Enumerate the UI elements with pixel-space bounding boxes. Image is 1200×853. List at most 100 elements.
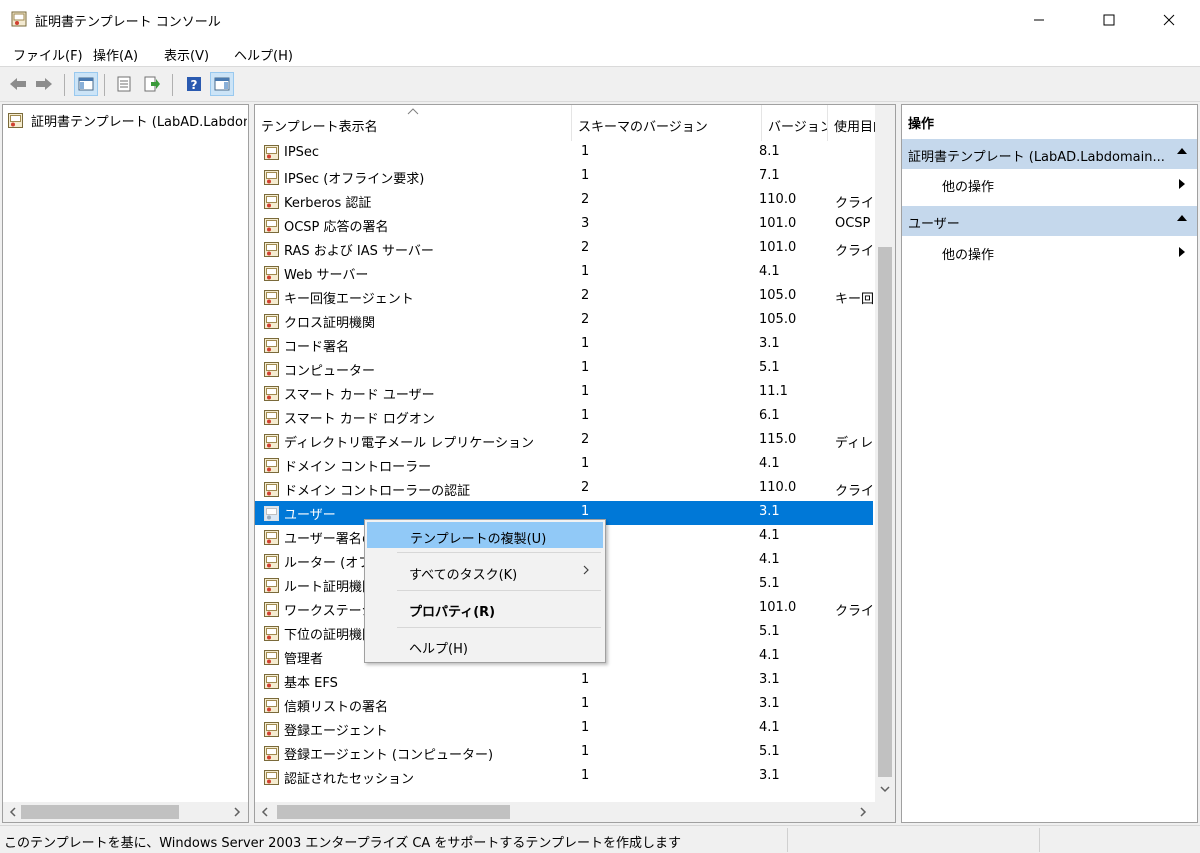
cell-template-name: スマート カード ユーザー bbox=[263, 384, 568, 403]
scrollbar-thumb[interactable] bbox=[878, 247, 892, 777]
properties-icon[interactable] bbox=[112, 72, 136, 96]
close-button[interactable] bbox=[1146, 0, 1192, 40]
export-list-icon[interactable] bbox=[140, 72, 164, 96]
scroll-right-icon[interactable] bbox=[233, 807, 241, 817]
maximize-button[interactable] bbox=[1086, 0, 1132, 40]
template-name-label: Web サーバー bbox=[284, 268, 369, 283]
table-row[interactable]: 登録エージェント (コンピューター) 1 5.1 bbox=[255, 741, 873, 765]
collapse-icon[interactable] bbox=[1177, 215, 1187, 221]
menu-view[interactable]: 表示(V) bbox=[164, 45, 209, 64]
context-menu-label: テンプレートの複製(U) bbox=[410, 532, 547, 547]
scroll-down-icon[interactable] bbox=[880, 785, 890, 793]
context-menu-all-tasks[interactable]: すべてのタスク(K) bbox=[367, 559, 603, 585]
cell-schema-version: 2 bbox=[581, 288, 590, 303]
cell-template-name: IPSec bbox=[263, 144, 568, 161]
context-menu-help[interactable]: ヘルプ(H) bbox=[367, 633, 603, 659]
cell-template-name: Web サーバー bbox=[263, 264, 568, 283]
cell-schema-version: 1 bbox=[581, 264, 590, 279]
back-arrow-icon[interactable] bbox=[6, 72, 30, 96]
action-section-certificate-templates[interactable]: 証明書テンプレート (LabAD.Labdomain... bbox=[902, 139, 1197, 169]
column-header-schema[interactable]: スキーマのバージョン bbox=[572, 105, 762, 141]
context-menu-separator bbox=[397, 590, 601, 591]
cell-schema-version: 1 bbox=[581, 744, 590, 759]
cell-template-name: ディレクトリ電子メール レプリケーション bbox=[263, 432, 568, 451]
table-row[interactable]: クロス証明機関 2 105.0 bbox=[255, 309, 873, 333]
table-row[interactable]: Web サーバー 1 4.1 bbox=[255, 261, 873, 285]
console-tree-pane: 証明書テンプレート (LabAD.Labdomain.local) bbox=[2, 104, 249, 823]
menu-action[interactable]: 操作(A) bbox=[93, 45, 138, 64]
scroll-right-icon[interactable] bbox=[859, 807, 867, 817]
table-row[interactable]: ドメイン コントローラー 1 4.1 bbox=[255, 453, 873, 477]
certificate-template-icon bbox=[264, 698, 279, 713]
cell-schema-version: 1 bbox=[581, 504, 590, 519]
table-row[interactable]: コンピューター 1 5.1 bbox=[255, 357, 873, 381]
table-row[interactable]: キー回復エージェント 2 105.0 キー回復 bbox=[255, 285, 873, 309]
cell-intended-purpose: クライアント bbox=[835, 604, 873, 619]
certificate-template-icon bbox=[264, 746, 279, 761]
cell-version: 5.1 bbox=[759, 744, 780, 759]
tree-item-certificate-templates[interactable]: 証明書テンプレート (LabAD.Labdomain.local) bbox=[7, 110, 247, 130]
action-more-actions[interactable]: 他の操作 bbox=[902, 239, 1197, 265]
toolbar-separator bbox=[64, 74, 65, 96]
cell-intended-purpose: クライアント bbox=[835, 196, 873, 211]
column-header-label: バージョン bbox=[768, 120, 828, 135]
menu-help[interactable]: ヘルプ(H) bbox=[234, 45, 293, 64]
minimize-button[interactable] bbox=[1016, 0, 1062, 40]
scroll-left-icon[interactable] bbox=[9, 807, 17, 817]
table-row[interactable]: Kerberos 認証 2 110.0 クライアント bbox=[255, 189, 873, 213]
help-icon[interactable]: ? bbox=[182, 72, 206, 96]
cell-template-name: 認証されたセッション bbox=[263, 768, 568, 787]
table-row[interactable]: 登録エージェント 1 4.1 bbox=[255, 717, 873, 741]
template-name-label: 認証されたセッション bbox=[284, 772, 415, 787]
cell-schema-version: 1 bbox=[581, 552, 751, 567]
show-hide-action-pane-icon[interactable] bbox=[210, 72, 234, 96]
list-vertical-scrollbar[interactable] bbox=[875, 105, 895, 802]
cell-version: 5.1 bbox=[759, 624, 780, 639]
template-name-label: ディレクトリ電子メール レプリケーション bbox=[284, 436, 534, 451]
template-name-label: RAS および IAS サーバー bbox=[284, 244, 434, 259]
template-name-label: ユーザー bbox=[284, 508, 336, 523]
scrollbar-thumb[interactable] bbox=[277, 805, 510, 819]
status-bar: このテンプレートを基に、Windows Server 2003 エンタープライズ… bbox=[0, 825, 1200, 853]
certificate-template-icon bbox=[264, 626, 279, 641]
table-row[interactable]: ドメイン コントローラーの認証 2 110.0 クライアント bbox=[255, 477, 873, 501]
certificate-template-icon bbox=[264, 578, 279, 593]
action-section-user[interactable]: ユーザー bbox=[902, 206, 1197, 236]
context-menu-properties[interactable]: プロパティ(R) bbox=[367, 596, 603, 622]
table-row[interactable]: スマート カード ユーザー 1 11.1 bbox=[255, 381, 873, 405]
table-row[interactable]: スマート カード ログオン 1 6.1 bbox=[255, 405, 873, 429]
tree-horizontal-scrollbar[interactable] bbox=[3, 802, 248, 822]
table-row[interactable]: 信頼リストの署名 1 3.1 bbox=[255, 693, 873, 717]
cell-version: 11.1 bbox=[759, 384, 788, 399]
collapse-icon[interactable] bbox=[1177, 148, 1187, 154]
cell-version: 4.1 bbox=[759, 720, 780, 735]
certificate-template-icon bbox=[264, 530, 279, 545]
menu-file[interactable]: ファイル(F) bbox=[13, 45, 83, 64]
scrollbar-thumb[interactable] bbox=[21, 805, 179, 819]
action-more-actions[interactable]: 他の操作 bbox=[902, 171, 1197, 197]
column-header-intended-purpose[interactable]: 使用目的 bbox=[828, 105, 878, 141]
context-menu-duplicate-template[interactable]: テンプレートの複製(U) bbox=[367, 522, 603, 548]
cell-intended-purpose: OCSP bbox=[835, 216, 871, 231]
certificate-template-icon bbox=[264, 674, 279, 689]
forward-arrow-icon[interactable] bbox=[32, 72, 56, 96]
table-row[interactable]: コード署名 1 3.1 bbox=[255, 333, 873, 357]
table-row[interactable]: OCSP 応答の署名 3 101.0 OCSP bbox=[255, 213, 873, 237]
cell-schema-version: 1 bbox=[581, 528, 751, 543]
list-horizontal-scrollbar[interactable] bbox=[255, 802, 895, 822]
table-row[interactable]: IPSec 1 8.1 bbox=[255, 141, 873, 165]
show-hide-console-tree-icon[interactable] bbox=[74, 72, 98, 96]
table-row[interactable]: 基本 EFS 1 3.1 bbox=[255, 669, 873, 693]
table-row[interactable]: ディレクトリ電子メール レプリケーション 2 115.0 ディレクトリ bbox=[255, 429, 873, 453]
cell-schema-version: 2 bbox=[581, 240, 590, 255]
table-row[interactable]: IPSec (オフライン要求) 1 7.1 bbox=[255, 165, 873, 189]
table-row[interactable]: RAS および IAS サーバー 2 101.0 クライアント bbox=[255, 237, 873, 261]
certificate-template-icon bbox=[264, 770, 279, 785]
certificate-template-icon bbox=[264, 650, 279, 665]
cell-intended-purpose: キー回復 bbox=[835, 292, 873, 307]
scroll-left-icon[interactable] bbox=[261, 807, 269, 817]
column-header-version[interactable]: バージョン bbox=[762, 105, 828, 141]
toolbar-separator bbox=[172, 74, 173, 96]
table-row[interactable]: 認証されたセッション 1 3.1 bbox=[255, 765, 873, 789]
cell-schema-version: 2 bbox=[581, 312, 590, 327]
